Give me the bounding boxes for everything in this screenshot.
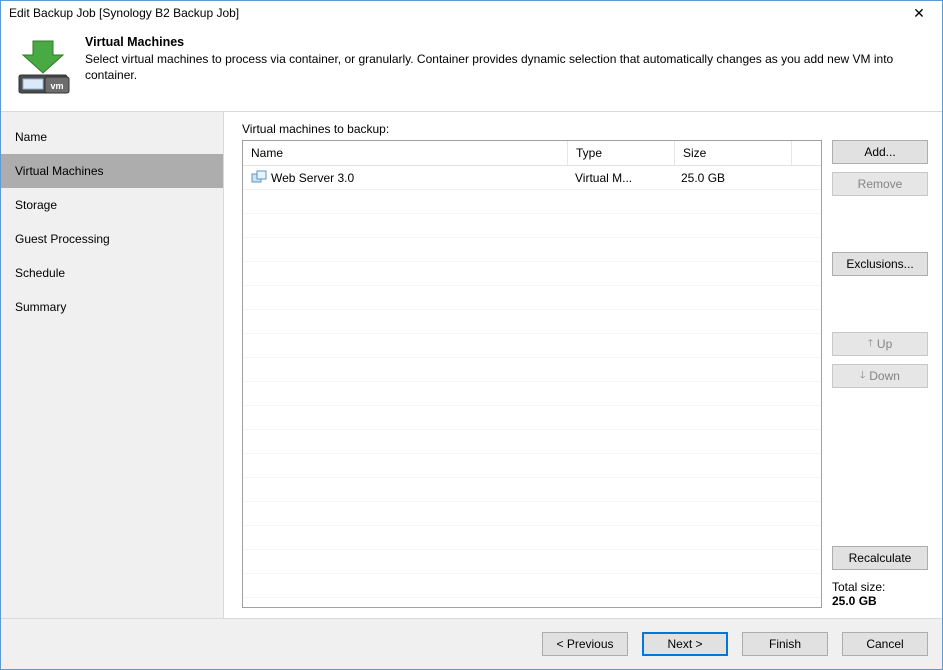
- total-size-label: Total size:: [832, 580, 928, 594]
- down-button[interactable]: 🡓 Down: [832, 364, 928, 388]
- previous-button[interactable]: < Previous: [542, 632, 628, 656]
- dialog-window: Edit Backup Job [Synology B2 Backup Job]…: [0, 0, 943, 670]
- arrow-up-icon: 🡑: [868, 336, 873, 353]
- banner-subheading: Select virtual machines to process via c…: [85, 51, 930, 83]
- total-size-value: 25.0 GB: [832, 594, 928, 608]
- table-header: Name Type Size: [243, 141, 821, 166]
- banner: vm Virtual Machines Select virtual machi…: [1, 25, 942, 112]
- up-button[interactable]: 🡑 Up: [832, 332, 928, 356]
- next-button[interactable]: Next >: [642, 632, 728, 656]
- close-icon[interactable]: ✕: [902, 3, 936, 23]
- column-header-type[interactable]: Type: [568, 141, 675, 165]
- remove-button[interactable]: Remove: [832, 172, 928, 196]
- up-button-label: Up: [877, 337, 892, 351]
- cancel-button[interactable]: Cancel: [842, 632, 928, 656]
- list-label: Virtual machines to backup:: [242, 122, 928, 136]
- arrow-down-icon: 🡓: [860, 368, 865, 385]
- recalculate-button[interactable]: Recalculate: [832, 546, 928, 570]
- banner-text-wrap: Virtual Machines Select virtual machines…: [85, 35, 930, 83]
- table-background: [243, 166, 821, 607]
- body: Name Virtual Machines Storage Guest Proc…: [1, 112, 942, 619]
- cell-size: 25.0 GB: [673, 171, 789, 185]
- finish-button[interactable]: Finish: [742, 632, 828, 656]
- svg-text:vm: vm: [50, 81, 63, 91]
- total-size-block: Total size: 25.0 GB: [832, 580, 928, 608]
- sidebar-item-guest-processing[interactable]: Guest Processing: [1, 222, 223, 256]
- sidebar-item-storage[interactable]: Storage: [1, 188, 223, 222]
- column-header-name[interactable]: Name: [243, 141, 568, 165]
- sidebar-item-schedule[interactable]: Schedule: [1, 256, 223, 290]
- column-header-size[interactable]: Size: [675, 141, 792, 165]
- vm-table[interactable]: Name Type Size: [242, 140, 822, 608]
- window-title: Edit Backup Job [Synology B2 Backup Job]: [9, 6, 239, 20]
- sidebar-item-summary[interactable]: Summary: [1, 290, 223, 324]
- banner-heading: Virtual Machines: [85, 35, 930, 49]
- cell-name: Web Server 3.0: [243, 170, 567, 186]
- wizard-sidebar: Name Virtual Machines Storage Guest Proc…: [1, 112, 224, 618]
- sidebar-item-virtual-machines[interactable]: Virtual Machines: [1, 154, 223, 188]
- vm-row-icon: [251, 170, 267, 186]
- exclusions-button[interactable]: Exclusions...: [832, 252, 928, 276]
- table-row[interactable]: Web Server 3.0 Virtual M... 25.0 GB: [243, 166, 821, 190]
- content-row: Name Type Size: [242, 140, 928, 608]
- cell-name-text: Web Server 3.0: [271, 171, 354, 185]
- sidebar-item-name[interactable]: Name: [1, 120, 223, 154]
- titlebar: Edit Backup Job [Synology B2 Backup Job]…: [1, 1, 942, 25]
- add-button[interactable]: Add...: [832, 140, 928, 164]
- virtual-machines-icon: vm: [13, 37, 73, 97]
- column-header-spacer: [792, 141, 821, 165]
- side-button-column: Add... Remove Exclusions... 🡑 Up 🡓 Down Re…: [832, 140, 928, 608]
- footer: < Previous Next > Finish Cancel: [1, 619, 942, 669]
- cell-type: Virtual M...: [567, 171, 673, 185]
- down-button-label: Down: [869, 369, 900, 383]
- table-body: Web Server 3.0 Virtual M... 25.0 GB: [243, 166, 821, 607]
- main-panel: Virtual machines to backup: Name Type Si…: [224, 112, 942, 618]
